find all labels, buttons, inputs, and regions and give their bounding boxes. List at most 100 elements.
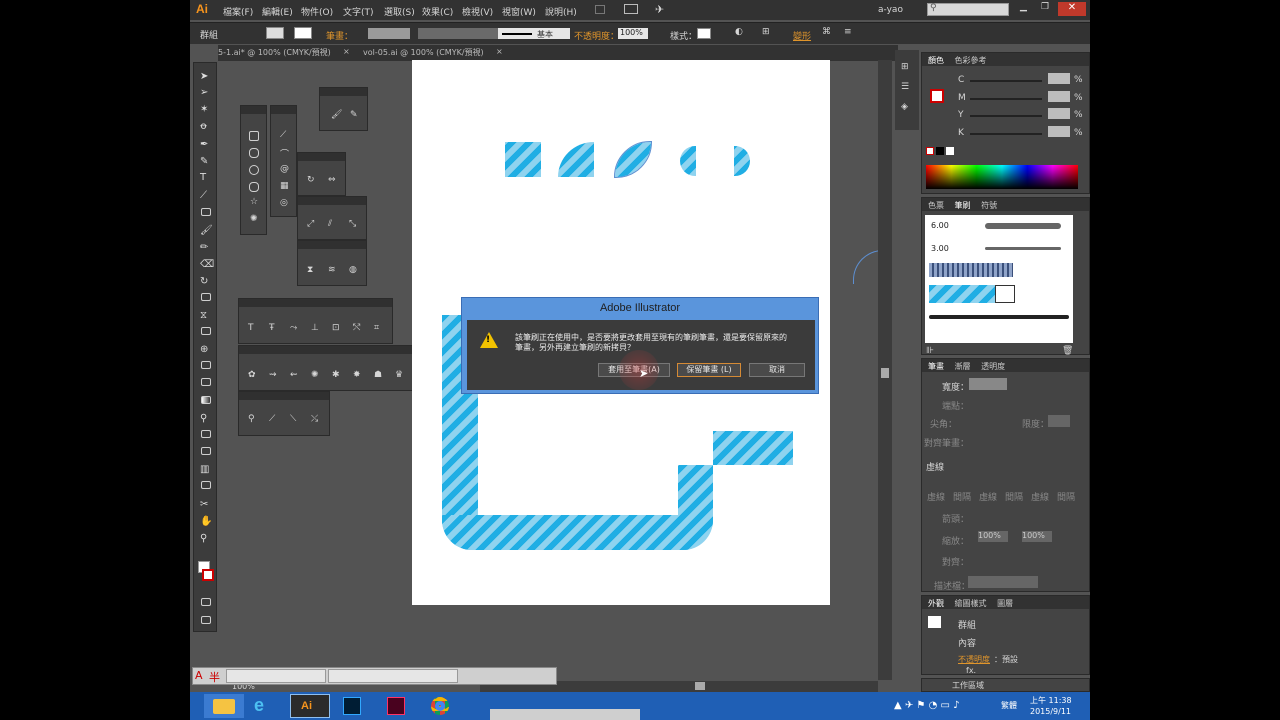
zoom-tool-icon[interactable]: ⚲ <box>200 533 210 544</box>
menu-window[interactable]: 視窗(W) <box>502 5 536 18</box>
lasso-icon[interactable]: ꝋ <box>200 121 210 132</box>
brush-stroke-right[interactable] <box>678 465 713 550</box>
blend-tool-icon[interactable] <box>201 430 211 438</box>
isolate-icon[interactable]: ⌘ <box>822 27 831 37</box>
reshape-icon[interactable]: ⤡ <box>349 219 356 229</box>
arrange-documents-icon[interactable] <box>624 4 638 14</box>
c-value-field[interactable] <box>1048 73 1070 84</box>
reflect-icon[interactable]: ⇔ <box>328 175 336 185</box>
clock-time[interactable]: 上午 11:38 <box>1030 695 1072 706</box>
ime-mode-label[interactable]: A <box>195 669 203 682</box>
k-value-field[interactable] <box>1048 126 1070 137</box>
menu-view[interactable]: 檢視(V) <box>462 5 493 18</box>
tab-5-1[interactable]: 5-1.ai* @ 100% (CMYK/預視) <box>218 47 331 58</box>
symbol-spinner-icon[interactable]: ✱ <box>332 370 340 380</box>
restore-button[interactable]: ❐ <box>1041 2 1049 12</box>
free-transform-icon[interactable] <box>201 327 211 335</box>
rectangle-tool-icon[interactable] <box>201 208 211 216</box>
tab-gradient[interactable]: 漸層 <box>955 362 971 371</box>
menu-object[interactable]: 物件(O) <box>301 5 333 18</box>
style-swatch[interactable] <box>697 28 711 39</box>
tab-close-icon[interactable]: × <box>496 47 503 56</box>
screen-mode-icon[interactable] <box>201 616 211 624</box>
shape-builder-icon[interactable]: ⊕ <box>200 344 210 355</box>
tab-appearance[interactable]: 外觀 <box>928 599 944 608</box>
symbol-stainer-icon[interactable]: ✸ <box>353 370 361 380</box>
shear-icon[interactable]: ⫽ <box>328 219 332 229</box>
delete-brush-icon[interactable]: 🗑 <box>1062 346 1073 356</box>
minimize-button[interactable]: ▁ <box>1020 2 1027 12</box>
scroll-thumb[interactable] <box>881 368 889 378</box>
rectangular-grid-icon[interactable]: ▦ <box>280 181 289 191</box>
twirl-icon[interactable]: ◍ <box>349 265 357 275</box>
gradient-tool-icon[interactable] <box>201 396 211 404</box>
eyedropper-icon[interactable]: ⚲ <box>248 414 255 424</box>
start-scale-field[interactable]: 100% <box>978 531 1008 542</box>
tab-swatches[interactable]: 色票 <box>928 201 944 210</box>
dashed-line-label[interactable]: 虛線 <box>926 460 944 473</box>
measure-icon[interactable]: ⟋ <box>269 414 275 424</box>
miter-limit-field[interactable] <box>1048 415 1070 427</box>
vertical-type-icon[interactable]: ⊥ <box>311 323 319 333</box>
menu-file[interactable]: 檔案(F) <box>223 5 253 18</box>
eraser-tool-icon[interactable]: ⌫ <box>200 259 214 270</box>
search-input[interactable] <box>927 3 1009 16</box>
pattern-brush-preview[interactable] <box>929 263 1013 277</box>
y-value-field[interactable] <box>1048 108 1070 119</box>
pattern-tile-slot[interactable] <box>995 285 1015 303</box>
y-slider[interactable] <box>970 115 1042 117</box>
ime-candidate-field[interactable] <box>328 669 458 683</box>
scale-icon[interactable]: ⤢ <box>307 219 314 229</box>
spiral-icon[interactable]: @ <box>280 164 289 174</box>
type-tool-icon[interactable]: T <box>200 172 210 183</box>
menu-select[interactable]: 選取(S) <box>384 5 415 18</box>
libraries-icon[interactable]: ⊞ <box>901 62 909 72</box>
input-language[interactable]: 繁體 <box>1001 700 1017 711</box>
ime-width-label[interactable]: 半 <box>209 669 220 685</box>
pipette-icon[interactable]: ⟍ <box>290 414 296 424</box>
symbol-sprayer-icon[interactable]: ✿ <box>248 370 256 380</box>
opacity-label[interactable]: 不透明度： <box>574 29 619 42</box>
tab-transparency[interactable]: 透明度 <box>981 362 1005 371</box>
vertical-area-type-icon[interactable]: ⊡ <box>332 323 340 333</box>
polar-grid-icon[interactable]: ◎ <box>280 198 288 208</box>
m-slider[interactable] <box>970 98 1042 100</box>
none-swatch[interactable] <box>926 147 934 155</box>
symbol-sizer-icon[interactable]: ✺ <box>311 370 319 380</box>
fill-swatch[interactable] <box>266 27 284 39</box>
line-segment-icon[interactable]: ⟋ <box>280 130 286 140</box>
stroke-weight-field[interactable] <box>368 28 410 39</box>
tab-artboards[interactable]: 工作區域 <box>952 680 984 691</box>
scroll-thumb[interactable] <box>695 682 705 690</box>
brush-tile-inner-corner[interactable] <box>614 141 652 178</box>
type-on-path-icon[interactable]: ⤳ <box>290 323 297 333</box>
blob-brush-icon[interactable]: ✎ <box>350 110 358 120</box>
clock-date[interactable]: 2015/9/11 <box>1030 707 1071 716</box>
tab-brushes[interactable]: 筆刷 <box>955 201 971 210</box>
brush-preview[interactable] <box>985 223 1061 229</box>
scale-tool-icon[interactable] <box>201 293 211 301</box>
panel-menu-icon[interactable]: ≡ <box>844 27 852 37</box>
end-scale-field[interactable]: 100% <box>1022 531 1052 542</box>
pencil-tool-icon[interactable]: ✏ <box>200 242 210 253</box>
tab-vol-05[interactable]: vol-05.ai @ 100% (CMYK/預視) <box>363 47 484 58</box>
user-name[interactable]: a-yao <box>878 5 903 15</box>
bridge-icon[interactable] <box>595 5 605 14</box>
paintbrush-tool-icon[interactable]: 🖌 <box>200 225 213 236</box>
stroke-label[interactable]: 筆畫： <box>326 29 353 42</box>
rectangle-icon[interactable] <box>249 131 259 141</box>
variable-width-profile[interactable] <box>418 28 498 39</box>
brush-preview[interactable] <box>985 247 1061 250</box>
symbol-scruncher-icon[interactable]: ⇜ <box>290 370 298 380</box>
symbol-styler-icon[interactable]: ♛ <box>395 370 403 380</box>
brush-stroke-bottom[interactable] <box>442 515 713 550</box>
hand-tool-icon[interactable]: ✋ <box>200 516 212 527</box>
mesh-tool-icon[interactable] <box>201 378 211 386</box>
brush-libraries-icon[interactable]: ⊪ <box>926 346 934 356</box>
stroke-color-icon[interactable] <box>930 89 944 103</box>
brush-tile-end[interactable] <box>734 146 750 176</box>
close-button[interactable]: ✕ <box>1058 2 1086 16</box>
vertical-path-type-icon[interactable]: ⤲ <box>353 323 360 333</box>
touch-type-icon[interactable]: ⌗ <box>374 323 379 333</box>
leave-strokes-button[interactable]: 保留筆畫 (L) <box>677 363 741 377</box>
